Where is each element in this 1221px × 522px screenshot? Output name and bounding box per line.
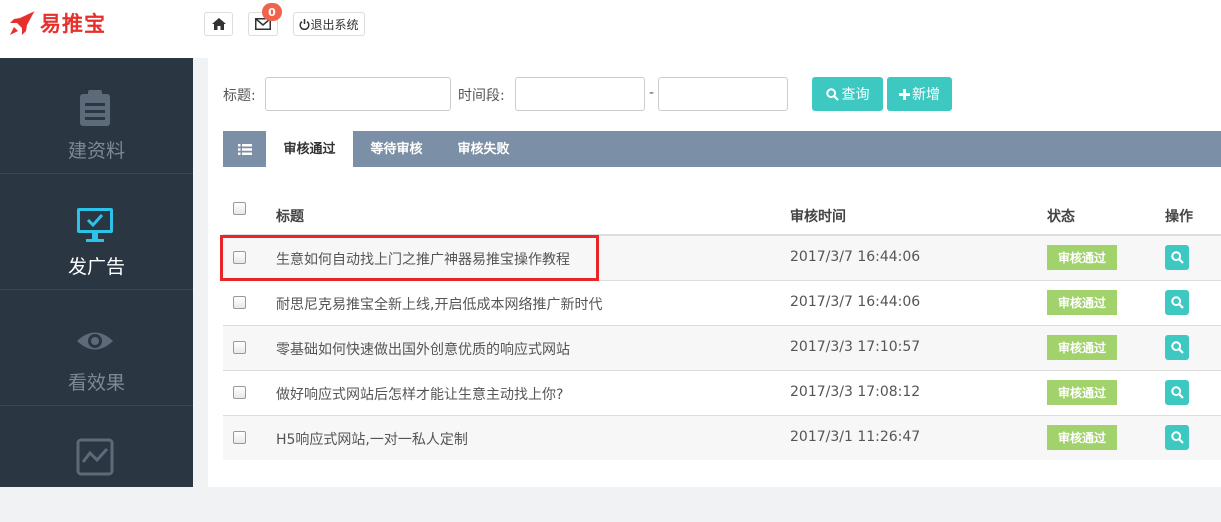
add-button[interactable]: 新增 bbox=[887, 77, 952, 111]
view-button[interactable] bbox=[1165, 290, 1189, 315]
status-badge: 审核通过 bbox=[1047, 245, 1117, 270]
row-title[interactable]: H5响应式网站,一对一私人定制 bbox=[276, 429, 468, 449]
view-button[interactable] bbox=[1165, 380, 1189, 405]
sidebar-item-label: 发广告 bbox=[67, 256, 125, 278]
power-icon bbox=[299, 18, 310, 30]
column-header-review-time: 审核时间 bbox=[790, 209, 846, 225]
sidebar-item-statistics[interactable] bbox=[0, 406, 193, 522]
sidebar-item-label: 看效果 bbox=[67, 372, 125, 394]
table-row: H5响应式网站,一对一私人定制 2017/3/1 11:26:47 审核通过 bbox=[223, 415, 1221, 460]
main-panel: 标题: 时间段: - 查询 新增 审核通过 等待审核 审核失败 标题 审核时间 … bbox=[208, 58, 1221, 487]
title-filter-input[interactable] bbox=[265, 77, 451, 111]
sidebar: 建资料 发广告 看效果 bbox=[0, 58, 193, 487]
sidebar-item-view-results[interactable]: 看效果 bbox=[0, 290, 193, 406]
logout-label: 退出系统 bbox=[310, 17, 359, 32]
row-review-time: 2017/3/1 11:26:47 bbox=[790, 429, 921, 445]
search-icon bbox=[1170, 296, 1184, 309]
search-icon bbox=[825, 87, 839, 101]
logout-button[interactable]: 退出系统 bbox=[293, 12, 365, 36]
table-row: 零基础如何快速做出国外创意优质的响应式网站 2017/3/3 17:10:57 … bbox=[223, 325, 1221, 370]
home-button[interactable] bbox=[204, 12, 233, 36]
sidebar-item-post-ads[interactable]: 发广告 bbox=[0, 174, 193, 290]
logo[interactable]: 易推宝 bbox=[8, 8, 106, 38]
title-filter-label: 标题: bbox=[223, 88, 256, 104]
row-review-time: 2017/3/7 16:44:06 bbox=[790, 294, 921, 310]
search-icon bbox=[1170, 341, 1184, 354]
row-title[interactable]: 做好响应式网站后怎样才能让生意主动找上你? bbox=[276, 384, 563, 404]
row-title[interactable]: 耐思尼克易推宝全新上线,开启低成本网络推广新时代 bbox=[276, 294, 602, 314]
eye-icon bbox=[77, 332, 113, 350]
row-checkbox[interactable] bbox=[233, 341, 246, 354]
row-title[interactable]: 零基础如何快速做出国外创意优质的响应式网站 bbox=[276, 339, 570, 359]
row-checkbox[interactable] bbox=[233, 431, 246, 444]
monitor-check-icon bbox=[77, 208, 113, 242]
plus-icon bbox=[899, 88, 910, 100]
tab-failed[interactable]: 审核失败 bbox=[440, 131, 527, 167]
view-button[interactable] bbox=[1165, 335, 1189, 360]
row-checkbox[interactable] bbox=[233, 251, 246, 264]
view-button[interactable] bbox=[1165, 245, 1189, 270]
search-icon bbox=[1170, 251, 1184, 264]
sidebar-item-label: 建资料 bbox=[67, 140, 125, 162]
chart-line-icon bbox=[76, 438, 114, 476]
date-from-input[interactable] bbox=[515, 77, 645, 111]
sidebar-item-build-profile[interactable]: 建资料 bbox=[0, 58, 193, 174]
date-separator: - bbox=[649, 85, 655, 101]
status-badge: 审核通过 bbox=[1047, 380, 1117, 405]
column-header-title: 标题 bbox=[276, 209, 304, 225]
tab-approved[interactable]: 审核通过 bbox=[266, 131, 353, 167]
message-count-badge: 0 bbox=[262, 3, 282, 21]
column-header-actions: 操作 bbox=[1165, 209, 1193, 225]
search-button-label: 查询 bbox=[841, 87, 870, 103]
row-checkbox[interactable] bbox=[233, 386, 246, 399]
home-icon bbox=[211, 18, 226, 30]
column-header-status: 状态 bbox=[1047, 209, 1075, 225]
row-review-time: 2017/3/3 17:10:57 bbox=[790, 339, 921, 355]
row-review-time: 2017/3/7 16:44:06 bbox=[790, 249, 921, 265]
row-title[interactable]: 生意如何自动找上门之推广神器易推宝操作教程 bbox=[276, 249, 570, 269]
list-icon bbox=[237, 143, 252, 155]
select-all-checkbox[interactable] bbox=[233, 202, 246, 215]
status-badge: 审核通过 bbox=[1047, 290, 1117, 315]
view-button[interactable] bbox=[1165, 425, 1189, 450]
search-button[interactable]: 查询 bbox=[812, 77, 883, 111]
logo-text: 易推宝 bbox=[40, 12, 106, 36]
table-row: 耐思尼克易推宝全新上线,开启低成本网络推广新时代 2017/3/7 16:44:… bbox=[223, 280, 1221, 325]
clipboard-icon bbox=[80, 90, 110, 126]
status-badge: 审核通过 bbox=[1047, 425, 1117, 450]
search-icon bbox=[1170, 386, 1184, 399]
top-bar: 易推宝 0 退出系统 bbox=[0, 0, 1221, 58]
row-checkbox[interactable] bbox=[233, 296, 246, 309]
search-icon bbox=[1170, 431, 1184, 444]
table-row: 生意如何自动找上门之推广神器易推宝操作教程 2017/3/7 16:44:06 … bbox=[223, 235, 1221, 280]
status-tabs: 审核通过 等待审核 审核失败 bbox=[223, 131, 1221, 167]
list-view-toggle[interactable] bbox=[223, 131, 266, 167]
row-review-time: 2017/3/3 17:08:12 bbox=[790, 384, 921, 400]
tab-pending[interactable]: 等待审核 bbox=[353, 131, 440, 167]
table-row: 做好响应式网站后怎样才能让生意主动找上你? 2017/3/3 17:08:12 … bbox=[223, 370, 1221, 415]
table-header: 标题 审核时间 状态 操作 bbox=[223, 198, 1221, 236]
date-to-input[interactable] bbox=[658, 77, 788, 111]
status-badge: 审核通过 bbox=[1047, 335, 1117, 360]
add-button-label: 新增 bbox=[912, 87, 940, 103]
rocket-icon bbox=[10, 11, 35, 35]
period-filter-label: 时间段: bbox=[458, 88, 505, 104]
